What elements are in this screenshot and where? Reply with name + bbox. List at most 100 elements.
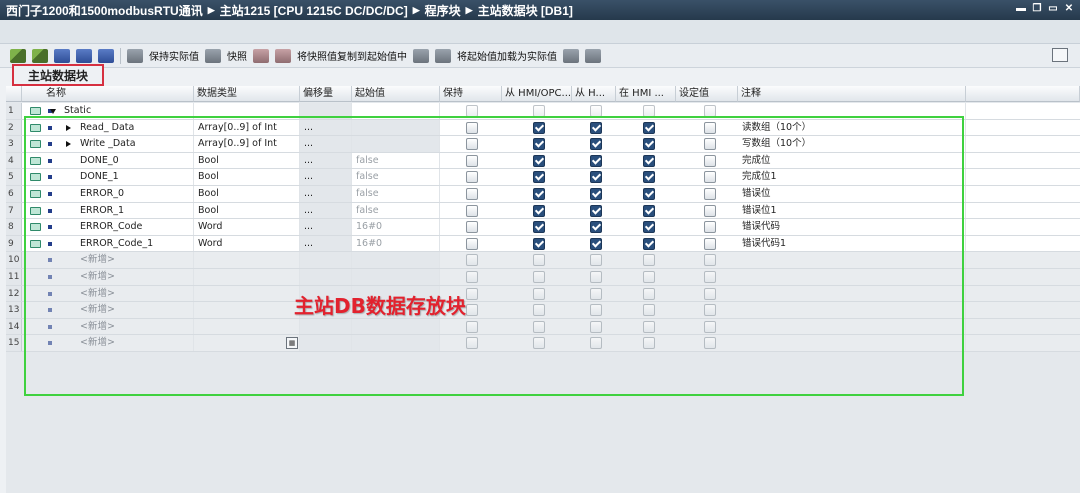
retain-checkbox[interactable] [466,287,478,300]
copy-snapshot-all-icon[interactable] [275,48,291,63]
setpoint-checkbox[interactable] [704,154,716,167]
hmi-access-checkbox[interactable] [533,154,545,167]
table-row[interactable]: 4 DONE_0 Bool... false 完成位 [6,152,1080,170]
hmi-visible-checkbox[interactable] [643,121,655,134]
collapse-arrow-icon[interactable] [50,109,56,114]
hmi-visible-checkbox[interactable] [643,320,655,333]
datatype-cell[interactable]: Bool [194,202,300,219]
hmi-visible-checkbox[interactable] [643,105,655,117]
comment-cell[interactable]: 错误位1 [738,202,966,219]
name-cell[interactable]: ERROR_Code [76,219,194,235]
hmi-access-checkbox[interactable] [533,271,545,283]
hmi-write-checkbox[interactable] [590,337,602,350]
insert-row-icon[interactable] [10,48,26,63]
load-start-as-actual-button[interactable]: 将起始值加载为实际值 [457,48,557,63]
hmi-visible-checkbox[interactable] [643,287,655,300]
hmi-access-checkbox[interactable] [533,188,545,200]
hmi-access-checkbox[interactable] [533,138,545,151]
retain-checkbox[interactable] [466,237,478,250]
retain-checkbox[interactable] [466,138,478,151]
list-view-icon[interactable] [98,48,114,63]
hmi-access-checkbox[interactable] [533,171,545,184]
table-row[interactable]: 14 <新增> [6,318,1080,336]
header-hmi-visible[interactable]: 在 HMI ... [616,86,676,102]
hmi-access-checkbox[interactable] [533,237,545,250]
start-value-cell[interactable]: false [352,202,440,219]
hmi-access-checkbox[interactable] [533,254,545,267]
datatype-cell[interactable]: Array[0..9] of Int [194,119,300,136]
start-value-cell[interactable] [352,269,440,285]
header-start-value[interactable]: 起始值 [352,86,440,102]
load-start-all-icon[interactable] [435,48,451,63]
datatype-cell[interactable] [194,252,300,268]
monitor-glasses-icon[interactable] [127,48,143,63]
name-cell[interactable]: <新增> [76,285,194,302]
retain-checkbox[interactable] [466,221,478,234]
hmi-access-checkbox[interactable] [533,337,545,350]
retain-checkbox[interactable] [466,171,478,184]
hmi-write-checkbox[interactable] [590,254,602,267]
table-row[interactable]: 6 ERROR_0 Bool... false 错误位 [6,186,1080,203]
comment-cell[interactable] [738,302,966,318]
header-hmi-write[interactable]: 从 H... [572,86,616,102]
hmi-visible-checkbox[interactable] [643,221,655,234]
setpoint-checkbox[interactable] [704,171,716,184]
header-hmi-access[interactable]: 从 HMI/OPC... [502,86,572,102]
name-cell[interactable]: <新增> [76,269,194,285]
datatype-cell[interactable] [194,285,300,302]
retain-checkbox[interactable] [466,105,478,117]
name-cell[interactable]: Static [60,103,194,119]
hmi-visible-checkbox[interactable] [643,154,655,167]
comment-cell[interactable] [738,269,966,285]
name-cell[interactable]: <新增> [76,318,194,335]
copy-snapshot-to-start-button[interactable]: 将快照值复制到起始值中 [297,48,407,63]
datatype-cell[interactable]: Array[0..9] of Int [194,136,300,152]
keep-actual-values-button[interactable]: 保持实际值 [149,48,199,63]
table-row[interactable]: 15 <新增> ▦ [6,335,1080,352]
hmi-visible-checkbox[interactable] [643,304,655,317]
comment-cell[interactable]: 写数组（10个） [738,136,966,152]
setpoint-checkbox[interactable] [704,254,716,267]
add-row-icon[interactable] [32,48,48,63]
hmi-write-checkbox[interactable] [590,320,602,333]
header-comment[interactable]: 注释 [738,86,966,102]
hmi-access-checkbox[interactable] [533,287,545,300]
hmi-access-checkbox[interactable] [533,204,545,217]
table-row[interactable]: 13 <新增> [6,302,1080,319]
name-cell[interactable]: <新增> [76,302,194,318]
camera-icon[interactable] [205,48,221,63]
hmi-access-checkbox[interactable] [533,304,545,317]
table-row[interactable]: 7 ERROR_1 Bool... false 错误位1 [6,202,1080,220]
hmi-visible-checkbox[interactable] [643,254,655,267]
table-row[interactable]: 3 Write _Data Array[0..9] of Int... 写数组（10个… [6,136,1080,153]
header-setpoint[interactable]: 设定值 [676,86,738,102]
setpoint-checkbox[interactable] [704,188,716,200]
hmi-write-checkbox[interactable] [590,287,602,300]
setpoint-checkbox[interactable] [704,271,716,283]
breadcrumb-device[interactable]: 主站1215 [CPU 1215C DC/DC/DC] [220,2,408,19]
hmi-visible-checkbox[interactable] [643,138,655,151]
setpoint-checkbox[interactable] [704,138,716,151]
float-icon[interactable]: ▭ [1048,3,1058,15]
hmi-write-checkbox[interactable] [590,171,602,184]
setpoint-checkbox[interactable] [704,121,716,134]
start-value-cell[interactable]: false [352,152,440,169]
datatype-cell[interactable] [194,335,300,351]
name-cell[interactable]: ERROR_1 [76,202,194,219]
retain-checkbox[interactable] [466,337,478,350]
hmi-write-checkbox[interactable] [590,271,602,283]
table-row[interactable]: 1 Static [6,103,1080,120]
collapse-all-icon[interactable] [76,48,92,63]
start-value-cell[interactable] [352,119,440,136]
comment-cell[interactable]: 完成位 [738,152,966,169]
comment-cell[interactable]: 错误代码 [738,219,966,235]
hmi-write-checkbox[interactable] [590,138,602,151]
copy-snapshot-icon[interactable] [253,48,269,63]
hmi-write-checkbox[interactable] [590,188,602,200]
name-cell[interactable]: ERROR_Code_1 [76,235,194,252]
hmi-write-checkbox[interactable] [590,154,602,167]
start-value-cell[interactable] [352,103,440,119]
start-value-cell[interactable] [352,318,440,335]
datatype-cell[interactable] [194,103,300,119]
setpoint-checkbox[interactable] [704,237,716,250]
